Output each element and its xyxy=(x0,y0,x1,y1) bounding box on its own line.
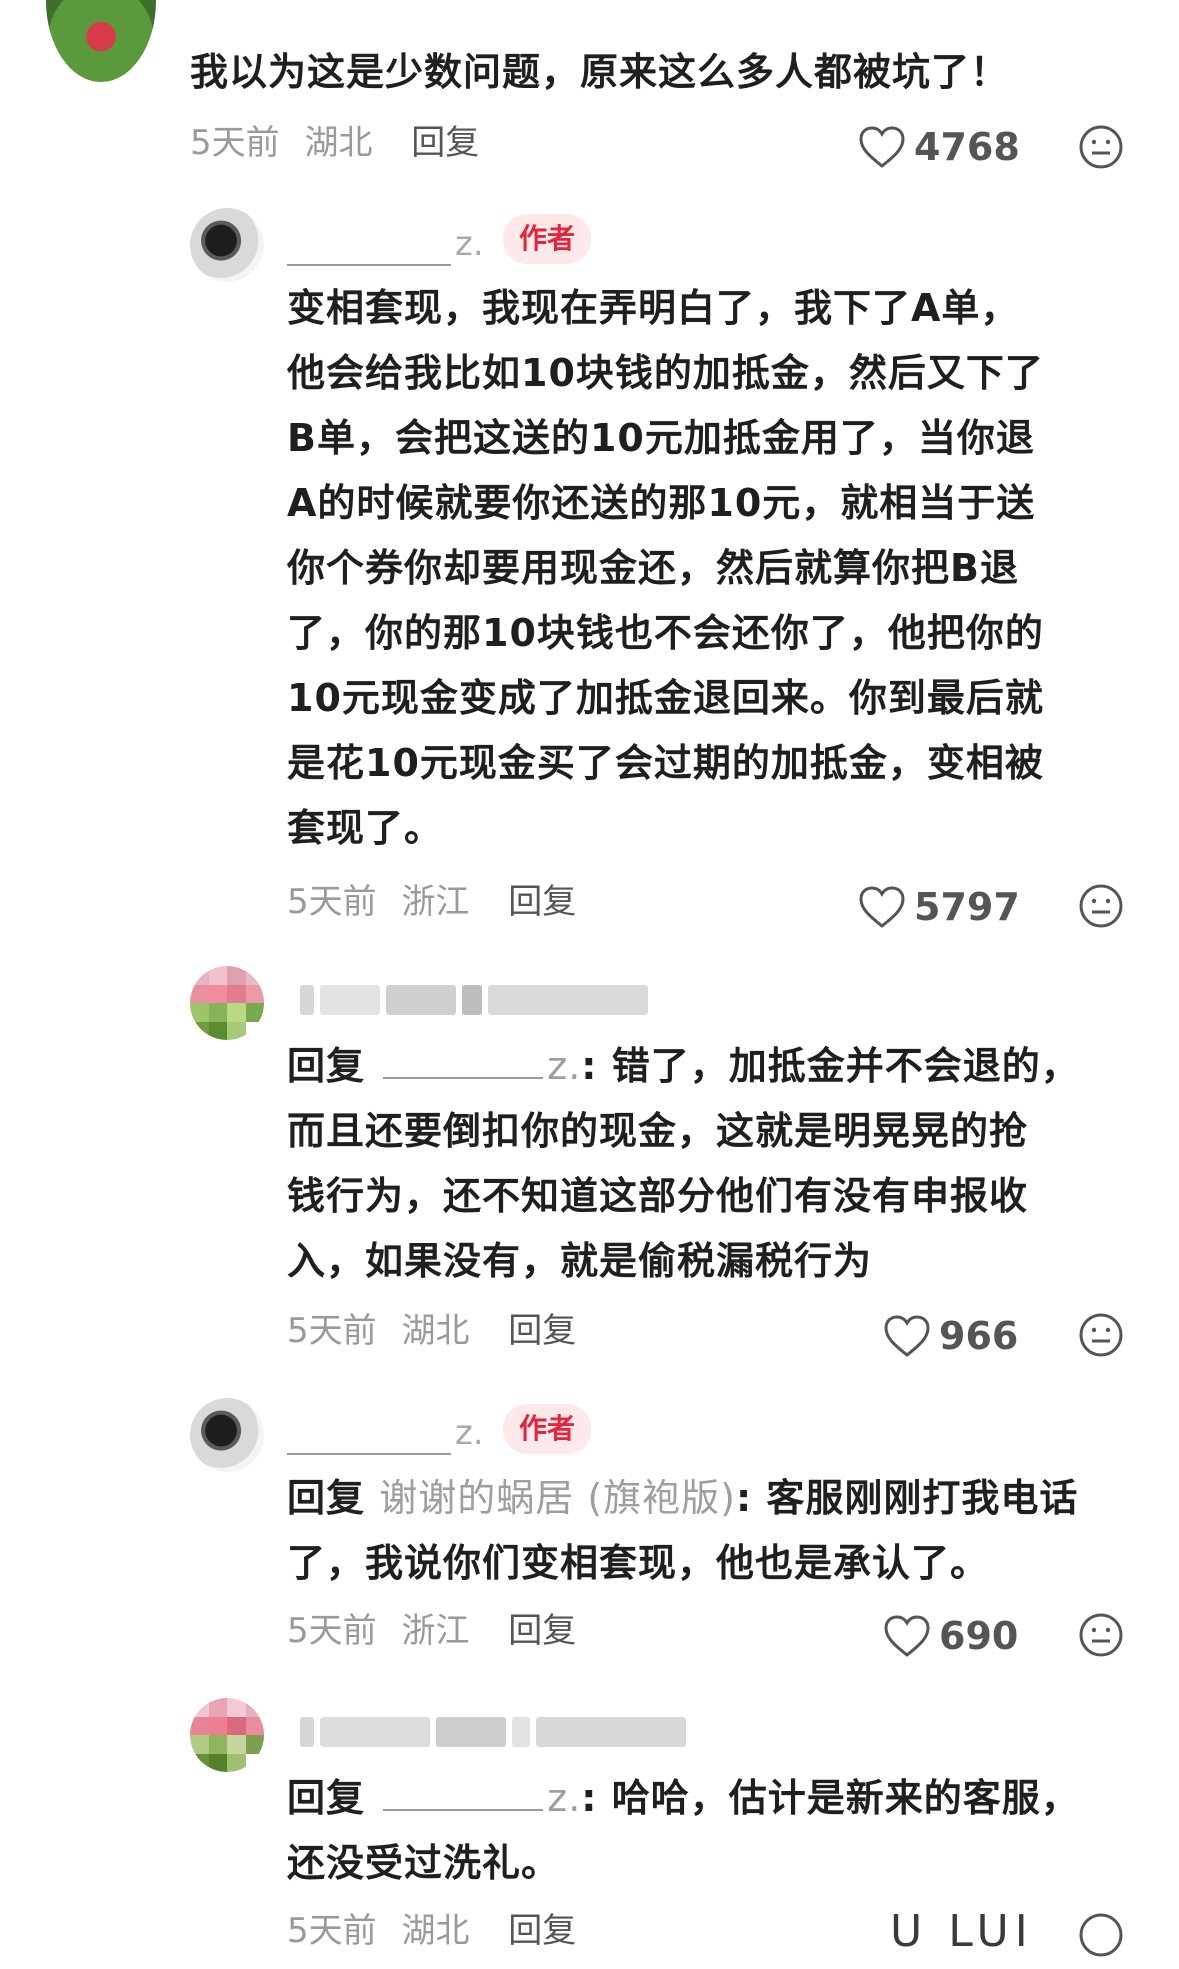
neutral-face-icon[interactable] xyxy=(1078,124,1124,170)
heart-outline-icon xyxy=(884,1315,930,1357)
comment-body: 变相套现，我现在弄明白了，我下了A单， 他会给我比如10块钱的加抵金，然后又下了… xyxy=(287,276,1044,861)
comment-location: 湖北 xyxy=(304,123,373,163)
mention-link[interactable]: z. xyxy=(379,1776,581,1820)
comment-time: 5天前 xyxy=(287,1611,377,1651)
reply-button[interactable]: 回复 xyxy=(411,123,479,163)
neutral-face-icon[interactable] xyxy=(1078,1312,1124,1358)
author-name[interactable]: z. xyxy=(287,222,484,266)
comment-line: 回复 z.: 错了，加抵金并不会退的， xyxy=(287,1034,1080,1099)
comment-line: A的时候就要你还送的那10元，就相当于送 xyxy=(287,481,1036,525)
author-name[interactable]: z. xyxy=(287,1411,484,1455)
comment-time: 5天前 xyxy=(190,123,280,163)
like-button[interactable]: 966 xyxy=(883,1311,1018,1361)
avatar[interactable] xyxy=(46,0,156,82)
comment-location: 浙江 xyxy=(401,1611,470,1651)
like-button[interactable]: 690 xyxy=(883,1611,1018,1661)
comment-meta: 5天前 湖北 回复 xyxy=(287,1906,576,1956)
neutral-face-icon[interactable] xyxy=(1078,1912,1124,1958)
comment-line: 而且还要倒扣你的现金，这就是明晃晃的抢 xyxy=(287,1109,1029,1153)
comment-body: 回复 z.: 哈哈，估计是新来的客服， 还没受过洗礼。 xyxy=(287,1766,1080,1896)
like-count: 690 xyxy=(939,1614,1019,1658)
reply-prefix: 回复 xyxy=(287,1044,366,1088)
mention-link[interactable]: 谢谢的蜗居 (旗袍版) xyxy=(379,1476,736,1520)
comment-line: 钱行为，还不知道这部分他们有没有申报收 xyxy=(287,1174,1029,1218)
like-count: 4768 xyxy=(914,125,1020,169)
avatar[interactable] xyxy=(190,966,264,1040)
comment-location: 浙江 xyxy=(401,882,470,922)
redacted-username[interactable] xyxy=(300,980,648,1020)
comment-first-line: : 错了，加抵金并不会退的， xyxy=(581,1044,1080,1088)
heart-outline-icon xyxy=(859,886,905,928)
comment-line: B单，会把这送的10元加抵金用了，当你退 xyxy=(287,416,1035,460)
comment-meta: 5天前 浙江 回复 xyxy=(287,877,576,927)
avatar[interactable] xyxy=(190,208,264,282)
mention-link[interactable]: z. xyxy=(379,1044,581,1088)
redacted-name-underline xyxy=(287,234,451,266)
comment-line: 还没受过洗礼。 xyxy=(287,1841,561,1885)
comment-time: 5天前 xyxy=(287,1311,377,1351)
redacted-username[interactable] xyxy=(300,1712,686,1752)
reply-button[interactable]: 回复 xyxy=(508,1311,576,1351)
redacted-name-underline xyxy=(287,1423,451,1455)
reply-button[interactable]: 回复 xyxy=(508,1611,576,1651)
comment-line: 你个券你却要用现金还，然后就算你把B退 xyxy=(287,546,1019,590)
partial-bottom-glyphs: U LUI xyxy=(890,1906,1034,1957)
comment-line: 变相套现，我现在弄明白了，我下了A单， xyxy=(287,286,1020,330)
neutral-face-icon[interactable] xyxy=(1078,1612,1124,1658)
heart-outline-icon xyxy=(859,126,905,168)
comment-line: 回复 谢谢的蜗居 (旗袍版): 客服刚刚打我电话 xyxy=(287,1466,1078,1531)
like-button[interactable]: 5797 xyxy=(858,882,1020,932)
comment-time: 5天前 xyxy=(287,1911,377,1951)
comment-line: 了，我说你们变相套现，他也是承认了。 xyxy=(287,1541,990,1585)
comment-location: 湖北 xyxy=(401,1311,470,1351)
reply-button[interactable]: 回复 xyxy=(508,882,576,922)
comment-line: 是花10元现金买了会过期的加抵金，变相被 xyxy=(287,741,1044,785)
comment-location: 湖北 xyxy=(401,1911,470,1951)
comment-meta: 5天前 浙江 回复 xyxy=(287,1606,576,1656)
comment-body: 回复 谢谢的蜗居 (旗袍版): 客服刚刚打我电话 了，我说你们变相套现，他也是承… xyxy=(287,1466,1078,1596)
reply-button[interactable]: 回复 xyxy=(508,1911,576,1951)
comment-line: 套现了。 xyxy=(287,806,444,850)
comment-meta: 5天前 湖北 回复 xyxy=(190,118,479,168)
neutral-face-icon[interactable] xyxy=(1078,883,1124,929)
comment-time: 5天前 xyxy=(287,882,377,922)
comment-text: 我以为这是少数问题，原来这么多人都被坑了！ xyxy=(190,50,1010,94)
reply-prefix: 回复 xyxy=(287,1776,366,1820)
comment-first-line: : 哈哈，估计是新来的客服， xyxy=(581,1776,1080,1820)
comment-line: 10元现金变成了加抵金退回来。你到最后就 xyxy=(287,676,1044,720)
avatar[interactable] xyxy=(190,1398,264,1472)
like-count: 966 xyxy=(939,1314,1019,1358)
like-button[interactable]: 4768 xyxy=(858,122,1020,172)
heart-outline-icon xyxy=(884,1615,930,1657)
author-badge: 作者 xyxy=(503,1404,592,1454)
comment-body: 回复 z.: 错了，加抵金并不会退的， 而且还要倒扣你的现金，这就是明晃晃的抢 … xyxy=(287,1034,1080,1294)
comment-line: 了，你的那10块钱也不会还你了，他把你的 xyxy=(287,611,1044,655)
comment-first-line: : 客服刚刚打我电话 xyxy=(735,1476,1079,1520)
comment-line: 回复 z.: 哈哈，估计是新来的客服， xyxy=(287,1766,1080,1831)
comment-line: 入，如果没有，就是偷税漏税行为 xyxy=(287,1239,873,1283)
avatar[interactable] xyxy=(190,1698,264,1772)
reply-prefix: 回复 xyxy=(287,1476,366,1520)
comment-line: 他会给我比如10块钱的加抵金，然后又下了 xyxy=(287,351,1044,395)
comment-meta: 5天前 湖北 回复 xyxy=(287,1306,576,1356)
like-count: 5797 xyxy=(914,885,1020,929)
author-badge: 作者 xyxy=(503,214,592,264)
